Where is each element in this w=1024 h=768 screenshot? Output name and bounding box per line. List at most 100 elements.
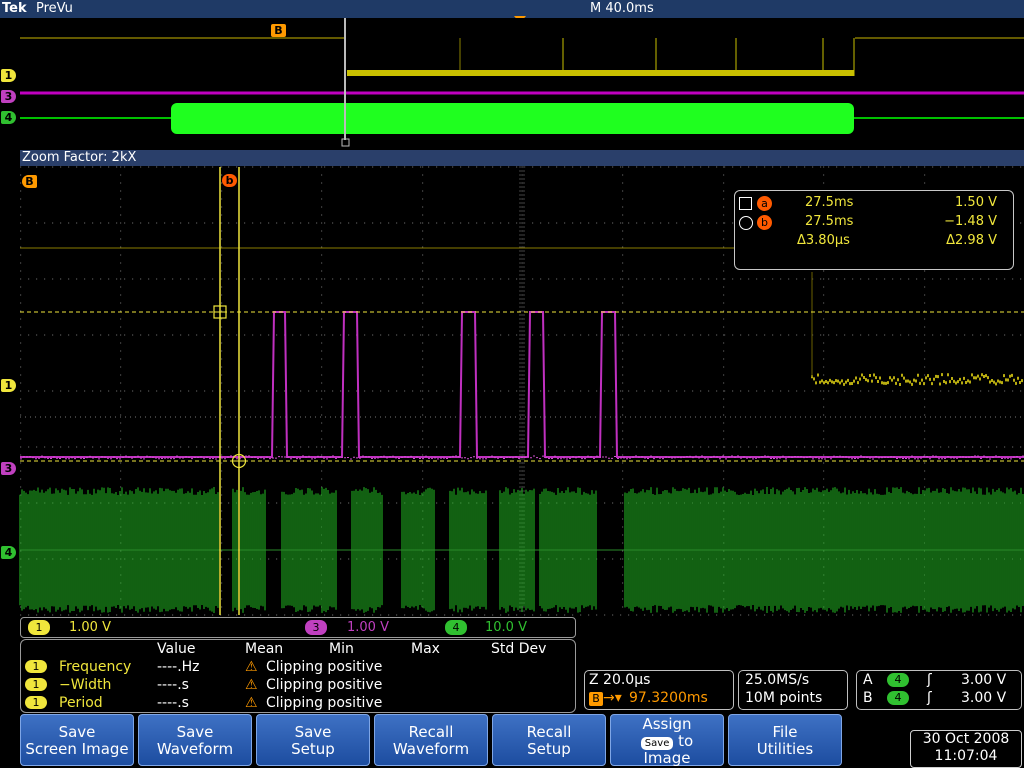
date-label: 30 Oct 2008 bbox=[911, 731, 1021, 748]
ch3-overview-marker[interactable]: 3 bbox=[1, 90, 16, 103]
assign-save-button[interactable]: Assign Save to Image bbox=[610, 714, 724, 766]
sample-rate: 25.0MS/s bbox=[745, 672, 809, 688]
timebase-label: M 40.0ms bbox=[590, 0, 654, 17]
ch1-zoom-marker[interactable]: 1 bbox=[1, 379, 16, 392]
col-value: Value bbox=[157, 640, 195, 658]
zoom-position: 97.3200ms bbox=[629, 690, 708, 706]
overview-graticule bbox=[20, 18, 1024, 150]
cursor-b-marker[interactable]: b bbox=[222, 174, 237, 187]
table-row[interactable]: 1 Frequency ----.Hz ⚠ Clipping positive bbox=[21, 658, 575, 676]
overview-display[interactable]: B bbox=[20, 18, 1024, 150]
trigger-a-label: A bbox=[863, 672, 873, 688]
row-name: Frequency bbox=[59, 658, 131, 676]
cursor-b-volt: −1.48 V bbox=[925, 213, 997, 231]
overview-b-marker: B bbox=[271, 24, 286, 37]
button-line: Recall bbox=[493, 724, 605, 741]
ch1-scale-badge[interactable]: 1 bbox=[28, 620, 50, 635]
table-row[interactable]: 1 −Width ----.s ⚠ Clipping positive bbox=[21, 676, 575, 694]
save-key-badge: Save bbox=[641, 737, 674, 750]
save-setup-button[interactable]: Save Setup bbox=[256, 714, 370, 766]
cursor-readout: a 27.5ms 1.50 V b 27.5ms −1.48 V Δ3.80µs… bbox=[734, 190, 1014, 270]
arrow-right-icon: →▾ bbox=[603, 690, 622, 706]
trigger-a-ch: 4 bbox=[887, 673, 909, 687]
trigger-b-level: 3.00 V bbox=[961, 690, 1006, 706]
row-status: Clipping positive bbox=[266, 694, 382, 712]
ch3-scale-badge[interactable]: 3 bbox=[305, 620, 327, 635]
col-stddev: Std Dev bbox=[491, 640, 546, 658]
cursor-delta-time: Δ3.80µs bbox=[797, 232, 850, 250]
button-line: Screen Image bbox=[21, 741, 133, 758]
ch3-zoom-marker[interactable]: 3 bbox=[1, 462, 16, 475]
row-value: ----.Hz bbox=[157, 658, 200, 676]
brand-label: Tek bbox=[2, 0, 27, 17]
button-word: to bbox=[678, 732, 693, 750]
zoom-info-box[interactable]: Z 20.0µs B →▾ 97.3200ms bbox=[584, 670, 734, 710]
warning-icon: ⚠ bbox=[245, 694, 258, 712]
button-line: Waveform bbox=[375, 741, 487, 758]
zoom-factor-label: Zoom Factor: 2kX bbox=[20, 150, 1024, 166]
row-value: ----.s bbox=[157, 676, 189, 694]
button-line: Setup bbox=[493, 741, 605, 758]
ch1-overview-marker[interactable]: 1 bbox=[1, 69, 16, 82]
ch3-scale[interactable]: 1.00 V bbox=[347, 618, 389, 637]
rising-edge-icon: ʃ bbox=[927, 672, 932, 688]
trigger-box[interactable]: A 4 ʃ 3.00 V B 4 ʃ 3.00 V bbox=[856, 670, 1022, 710]
warning-icon: ⚠ bbox=[245, 658, 258, 676]
recall-waveform-button[interactable]: Recall Waveform bbox=[374, 714, 488, 766]
save-screen-image-button[interactable]: Save Screen Image bbox=[20, 714, 134, 766]
mode-label: PreVu bbox=[36, 0, 73, 17]
trigger-a-level: 3.00 V bbox=[961, 672, 1006, 688]
date-time: 30 Oct 2008 11:07:04 bbox=[910, 730, 1022, 768]
button-line: Save to bbox=[611, 733, 723, 750]
button-line: File bbox=[729, 724, 841, 741]
zoom-b-badge: B bbox=[589, 692, 603, 706]
cursor-a-volt: 1.50 V bbox=[935, 194, 997, 212]
zoom-scale: Z 20.0µs bbox=[589, 672, 650, 688]
rising-edge-icon: ʃ bbox=[927, 690, 932, 706]
time-label: 11:07:04 bbox=[911, 748, 1021, 765]
col-min: Min bbox=[329, 640, 354, 658]
button-line: Utilities bbox=[729, 741, 841, 758]
ch4-overview-marker[interactable]: 4 bbox=[1, 111, 16, 124]
channel-scale-bar: 1 1.00 V 3 1.00 V 4 10.0 V bbox=[20, 617, 576, 638]
recall-setup-button[interactable]: Recall Setup bbox=[492, 714, 606, 766]
button-line: Save bbox=[139, 724, 251, 741]
zoom-b-marker: B bbox=[22, 175, 37, 188]
row-status: Clipping positive bbox=[266, 658, 382, 676]
ch4-scale[interactable]: 10.0 V bbox=[485, 618, 527, 637]
square-icon bbox=[739, 197, 752, 210]
cursor-a-time: 27.5ms bbox=[805, 194, 853, 212]
row-ch-badge: 1 bbox=[25, 660, 47, 673]
ch4-scale-badge[interactable]: 4 bbox=[445, 620, 467, 635]
table-row[interactable]: 1 Period ----.s ⚠ Clipping positive bbox=[21, 694, 575, 712]
button-line: Waveform bbox=[139, 741, 251, 758]
button-line: Save bbox=[21, 724, 133, 741]
cursor-b-label: b bbox=[757, 215, 772, 230]
cursor-delta-volt: Δ2.98 V bbox=[925, 232, 997, 250]
circle-icon bbox=[739, 216, 753, 230]
button-line: Setup bbox=[257, 741, 369, 758]
ch4-zoom-marker[interactable]: 4 bbox=[1, 546, 16, 559]
col-max: Max bbox=[411, 640, 440, 658]
ch1-scale[interactable]: 1.00 V bbox=[69, 618, 111, 637]
cursor-b-time: 27.5ms bbox=[805, 213, 853, 231]
button-line: Recall bbox=[375, 724, 487, 741]
row-value: ----.s bbox=[157, 694, 189, 712]
record-length: 10M points bbox=[745, 690, 822, 706]
trigger-b-label: B bbox=[863, 690, 873, 706]
row-ch-badge: 1 bbox=[25, 696, 47, 709]
cursor-b-row: b 27.5ms −1.48 V bbox=[737, 213, 1007, 231]
col-mean: Mean bbox=[245, 640, 283, 658]
row-ch-badge: 1 bbox=[25, 678, 47, 691]
measurement-table[interactable]: Value Mean Min Max Std Dev 1 Frequency -… bbox=[20, 639, 576, 713]
row-name: Period bbox=[59, 694, 103, 712]
save-waveform-button[interactable]: Save Waveform bbox=[138, 714, 252, 766]
row-status: Clipping positive bbox=[266, 676, 382, 694]
title-bar: Tek PreVu M 40.0ms bbox=[0, 0, 1024, 18]
cursor-delta-row: Δ3.80µs Δ2.98 V bbox=[737, 232, 1007, 250]
row-name: −Width bbox=[59, 676, 111, 694]
button-line: Assign bbox=[611, 716, 723, 733]
file-utilities-button[interactable]: File Utilities bbox=[728, 714, 842, 766]
button-line: Save bbox=[257, 724, 369, 741]
acquisition-box[interactable]: 25.0MS/s 10M points bbox=[738, 670, 848, 710]
